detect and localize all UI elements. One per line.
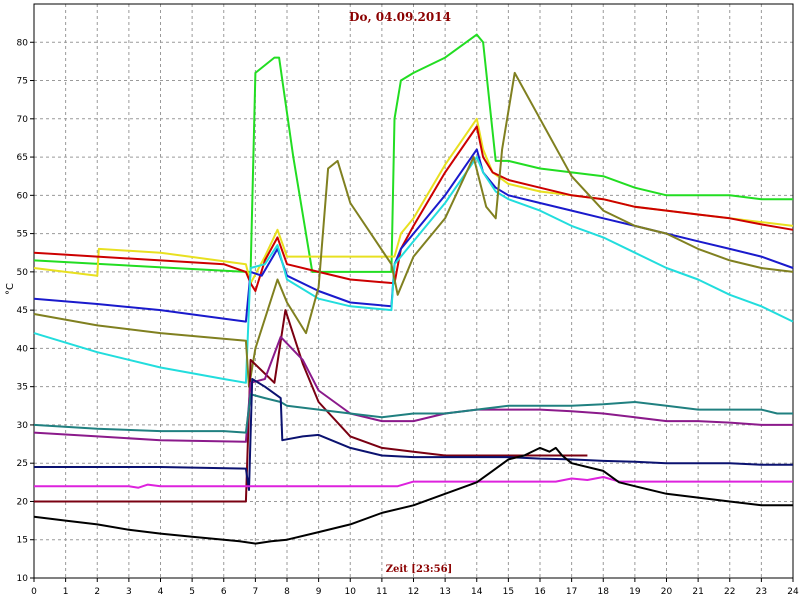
x-axis-label: Zeit [23:56] <box>386 564 453 575</box>
x-tick-label-3: 3 <box>126 587 132 597</box>
x-tick-label-7: 7 <box>253 587 259 597</box>
x-tick-label-21: 21 <box>692 587 703 597</box>
y-tick-label-10: 60 <box>17 191 29 201</box>
x-tick-label-18: 18 <box>598 587 610 597</box>
x-tick-label-23: 23 <box>756 587 767 597</box>
x-tick-label-0: 0 <box>31 587 37 597</box>
x-tick-label-5: 5 <box>189 587 195 597</box>
x-tick-label-14: 14 <box>471 587 483 597</box>
x-tick-label-9: 9 <box>316 587 322 597</box>
x-tick-label-4: 4 <box>158 587 164 597</box>
x-tick-label-13: 13 <box>439 587 450 597</box>
y-tick-label-12: 70 <box>17 115 29 125</box>
chart: 0 1 2 3 4 5 6 7 8 9 10 11 12 13 14 15 16 17 18 19 20 21 22 23 24… <box>0 0 800 600</box>
y-tick-label-13: 75 <box>17 77 28 87</box>
y-tick-label-3: 25 <box>17 459 28 469</box>
x-tick-label-17: 17 <box>566 587 577 597</box>
y-tick-label-7: 45 <box>17 306 28 316</box>
y-tick-label-0: 10 <box>17 574 29 584</box>
x-tick-label-16: 16 <box>534 587 546 597</box>
y-tick-label-1: 15 <box>17 536 28 546</box>
x-tick-label-11: 11 <box>376 587 387 597</box>
x-tick-label-22: 22 <box>724 587 735 597</box>
y-tick-label-9: 55 <box>17 230 28 240</box>
line-chart: 0 1 2 3 4 5 6 7 8 9 10 11 12 13 14 15 16 17 18 19 20 21 22 23 24… <box>0 0 800 600</box>
y-tick-label-2: 20 <box>17 497 29 507</box>
x-tick-label-20: 20 <box>661 587 673 597</box>
x-tick-label-6: 6 <box>221 587 227 597</box>
y-axis-label: °C <box>5 283 16 295</box>
x-tick-label-8: 8 <box>284 587 290 597</box>
x-tick-label-10: 10 <box>345 587 357 597</box>
y-tick-label-8: 50 <box>17 268 29 278</box>
x-tick-label-2: 2 <box>94 587 100 597</box>
x-tick-label-1: 1 <box>63 587 69 597</box>
y-tick-label-14: 80 <box>17 38 29 48</box>
y-tick-label-4: 30 <box>17 421 29 431</box>
x-tick-label-15: 15 <box>503 587 514 597</box>
y-tick-label-11: 65 <box>17 153 28 163</box>
x-tick-label-19: 19 <box>629 587 641 597</box>
y-tick-label-6: 40 <box>17 344 29 354</box>
y-tick-label-5: 35 <box>17 383 28 393</box>
x-tick-label-24: 24 <box>787 587 799 597</box>
chart-title: Do, 04.09.2014 <box>349 10 451 24</box>
x-tick-label-12: 12 <box>408 587 419 597</box>
